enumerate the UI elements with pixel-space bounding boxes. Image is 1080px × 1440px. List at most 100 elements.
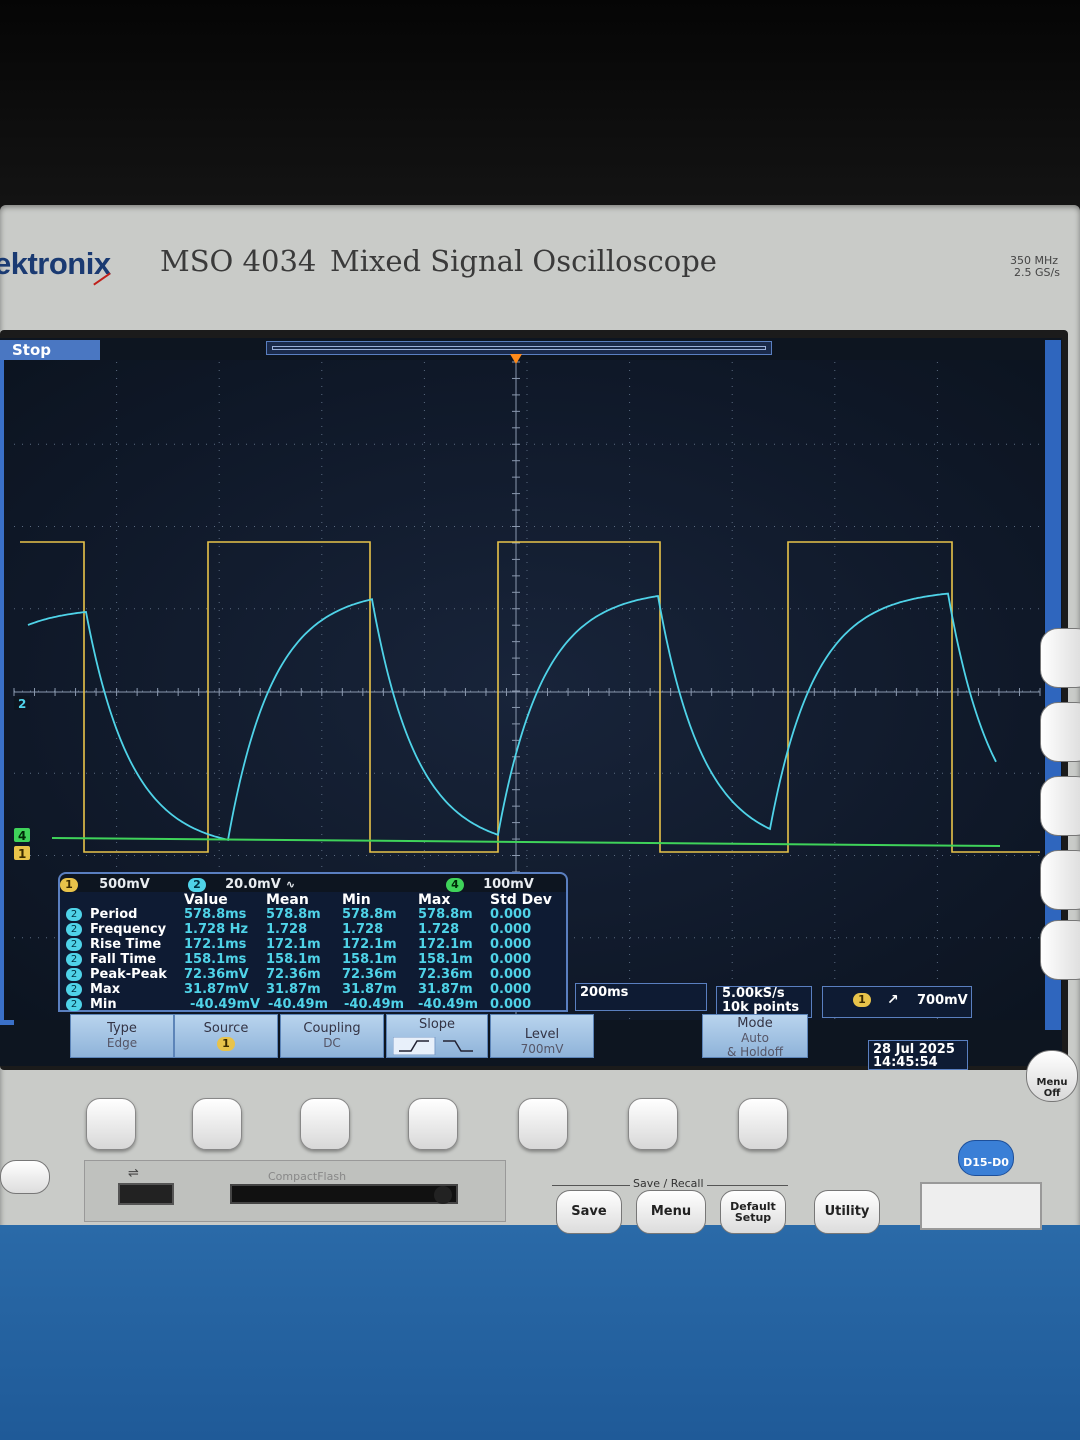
measurement-value-cell: 172.1ms [184,937,247,952]
measurement-name: Frequency [90,922,167,937]
ch2-scale: 20.0mV [225,877,281,892]
measurement-max-cell: 578.8m [418,907,473,922]
bottom-bezel-button-2[interactable] [192,1098,242,1150]
record-length: 10k points [722,1000,800,1015]
measurement-max-cell: 72.36m [418,967,473,982]
softkey-slope[interactable]: Slope [386,1014,488,1058]
measurement-max-cell: -40.49m [418,997,479,1012]
measurement-max-cell: 1.728 [418,922,460,937]
menu-off-button[interactable]: Menu Off [1026,1050,1078,1102]
ch2-readout[interactable]: 2 20.0mV ∿ [188,873,295,892]
menu-button[interactable]: Menu [636,1190,706,1234]
compactflash-slot[interactable] [230,1184,458,1204]
measurement-std-cell: 0.000 [490,982,532,997]
side-bezel-button-2[interactable] [1040,702,1080,762]
measurement-max-cell: 31.87m [418,982,473,997]
measurement-channel-badge: 2 [66,998,82,1011]
menu-off-label-2: Off [1043,1088,1061,1099]
slope-icons [393,1037,473,1055]
measurement-std-cell: 0.000 [490,967,532,982]
measurement-name: Fall Time [90,952,157,967]
ch4-readout[interactable]: 4 100mV [446,873,534,892]
softkey-level[interactable]: Level 700mV [490,1014,594,1058]
softkey-source[interactable]: Source 1 [174,1014,278,1058]
measurement-name: Rise Time [90,937,162,952]
measurement-min-cell: 172.1m [342,937,397,952]
ch4-badge: 4 [446,878,464,892]
rising-edge-icon: ↗ [887,992,899,1008]
bottom-bezel-button-6[interactable] [628,1098,678,1150]
ch1-readout[interactable]: 1 500mV [60,873,150,892]
time: 14:45:54 [873,1055,938,1070]
default-setup-button[interactable]: Default Setup [720,1190,786,1234]
softkey-coupling-value: DC [323,1036,341,1050]
measurement-value-cell: 1.728 Hz [184,922,249,937]
save-button[interactable]: Save [556,1190,622,1234]
softkey-level-label: Level [524,1027,560,1042]
measurement-value-cell: -40.49mV [190,997,261,1012]
bandwidth-limit-icon: ∿ [285,878,296,891]
digital-channels-button[interactable]: D15-D0 [958,1140,1014,1176]
softkey-source-label: Source [203,1021,249,1036]
softkey-type[interactable]: Type Edge [70,1014,174,1058]
timebase-scale: 200ms [580,985,629,1000]
bottom-bezel-button-1[interactable] [86,1098,136,1150]
bottom-bezel-button-3[interactable] [300,1098,350,1150]
measurement-std-cell: 0.000 [490,997,532,1012]
side-bezel-button-5[interactable] [1040,920,1080,980]
softkey-mode[interactable]: Mode Auto & Holdoff [702,1014,808,1059]
bottom-bezel-button-4[interactable] [408,1098,458,1150]
ch4-scale: 100mV [483,877,534,892]
compactflash-label: CompactFlash [268,1170,347,1183]
measurement-name: Max [90,982,121,997]
measurement-value-cell: 31.87mV [184,982,249,997]
usb-port[interactable] [118,1183,174,1205]
trigger-source-badge: 1 [853,993,871,1007]
measurement-channel-badge: 2 [66,938,82,951]
side-bezel-button-3[interactable] [1040,776,1080,836]
measurement-std-cell: 0.000 [490,922,532,937]
measurement-channel-badge: 2 [66,983,82,996]
measurement-std-cell: 0.000 [490,907,532,922]
bottom-bezel-button-7[interactable] [738,1098,788,1150]
timebase-readout[interactable]: 200ms [575,983,707,1011]
measurement-mean-cell: 172.1m [266,937,321,952]
softkey-coupling[interactable]: Coupling DC [280,1014,384,1058]
softkey-level-value: 700mV [520,1042,564,1056]
ch2-badge: 2 [188,878,206,892]
channel-markers: 2 4 1 [14,354,522,861]
side-bezel-button-4[interactable] [1040,850,1080,910]
utility-button[interactable]: Utility [814,1190,880,1234]
measurement-channel-badge: 2 [66,908,82,921]
bottom-bezel-button-5[interactable] [518,1098,568,1150]
svg-text:1: 1 [18,847,26,861]
softkey-slope-label: Slope [418,1017,456,1032]
power-button[interactable] [0,1160,50,1194]
ch1-scale: 500mV [99,877,150,892]
measurement-mean-cell: 31.87m [266,982,321,997]
side-bezel-button-1[interactable] [1040,628,1080,688]
measurement-min-cell: 1.728 [342,922,384,937]
trigger-position-marker [510,354,522,364]
measurement-std-cell: 0.000 [490,937,532,952]
softkey-source-value: 1 [217,1037,235,1051]
measurement-channel-badge: 2 [66,953,82,966]
trigger-readout[interactable]: 1 ↗ 700mV [822,986,972,1018]
measurement-min-cell: -40.49m [344,997,405,1012]
softkey-coupling-label: Coupling [303,1021,361,1036]
compactflash-eject-button[interactable] [434,1186,452,1204]
softkey-type-value: Edge [106,1036,138,1050]
sample-rate: 5.00kS/s [722,986,785,1001]
measurement-mean-cell: -40.49m [268,997,329,1012]
ch4-waveform [51,837,1001,847]
ch2-waveform [27,592,997,842]
measurement-mean-cell: 578.8m [266,907,321,922]
measurement-min-cell: 31.87m [342,982,397,997]
waveform-plot: 2 4 1 [13,354,1041,1020]
measurement-header-min: Min [342,892,371,908]
measurement-min-cell: 578.8m [342,907,397,922]
measurement-min-cell: 72.36m [342,967,397,982]
softkey-mode-holdoff: & Holdoff [726,1045,784,1059]
svg-text:4: 4 [18,829,26,843]
measurement-name: Min [90,997,117,1012]
